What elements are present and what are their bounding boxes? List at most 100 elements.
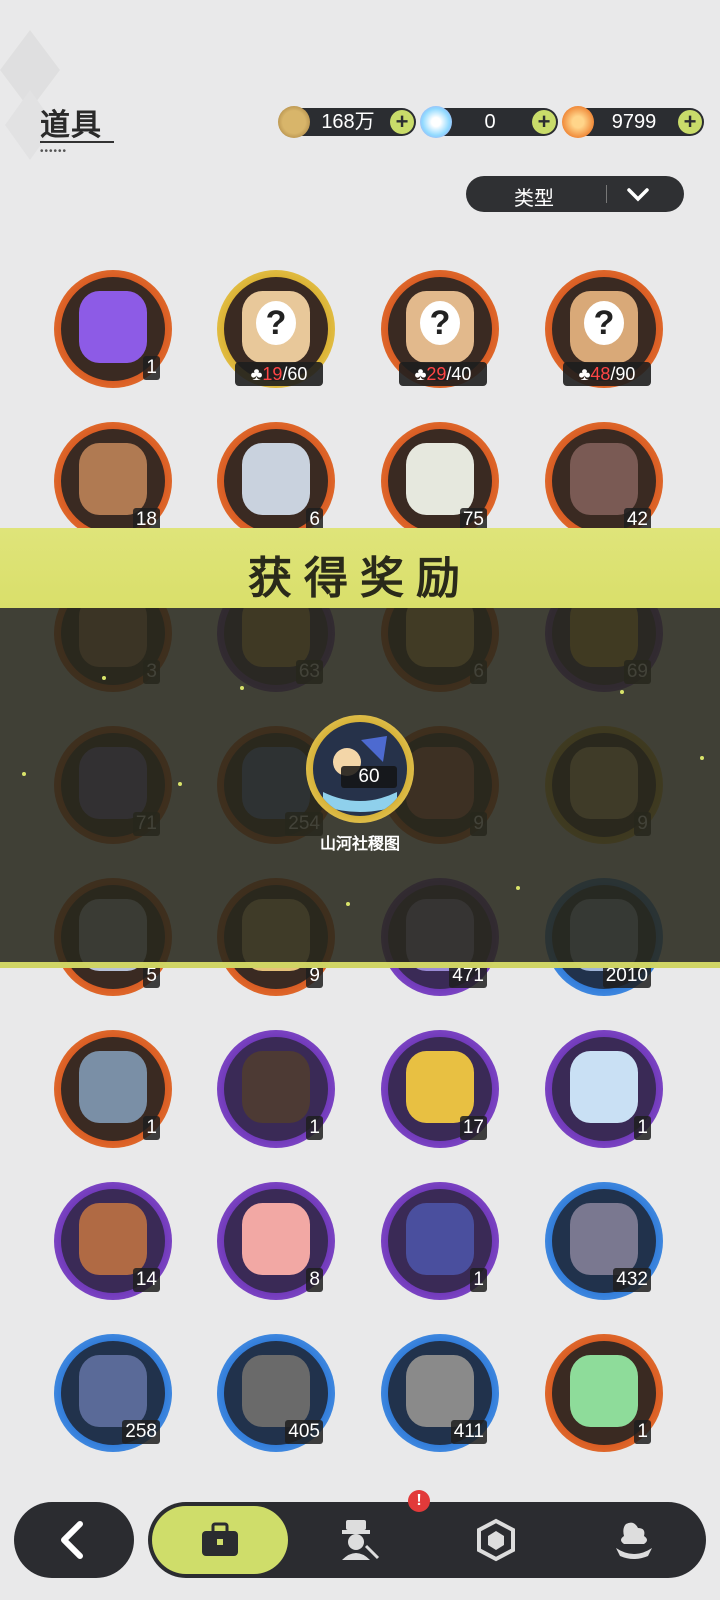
item-count: 1 (143, 356, 160, 380)
green-cloud-icon (570, 1355, 638, 1427)
sparkle (240, 686, 244, 690)
inventory-item[interactable]: 1 (545, 1030, 663, 1148)
refresh-card-icon (79, 1051, 147, 1123)
inventory-item[interactable]: 1 (217, 1030, 335, 1148)
sparkle (346, 902, 350, 906)
inventory-item[interactable]: 8 (217, 1182, 335, 1300)
item-count: 1 (143, 1116, 160, 1140)
type-filter-dropdown[interactable]: 类型 (466, 176, 684, 212)
back-button[interactable] (14, 1502, 134, 1578)
sparkle (22, 772, 26, 776)
star-shard-icon (562, 106, 594, 138)
item-count: 14 (132, 1268, 160, 1292)
inventory-item[interactable]: 14 (54, 1182, 172, 1300)
pink-apple-icon (242, 1203, 310, 1275)
white-creature-icon (406, 443, 474, 515)
inventory-item[interactable]: ? ♣48/90 (545, 270, 663, 388)
tab-character[interactable] (290, 1506, 426, 1574)
quill-book-icon (406, 1203, 474, 1275)
crystal-icon (420, 106, 452, 138)
item-count: 258 (122, 1420, 160, 1444)
question-mark-icon: ? (584, 301, 624, 345)
scroll-icon (79, 1203, 147, 1275)
item-count: 17 (459, 1116, 487, 1140)
add-gold-button[interactable]: + (390, 110, 414, 134)
back-arrow-icon (61, 1521, 83, 1559)
item-count: 405 (285, 1420, 323, 1444)
tab-bag[interactable] (152, 1506, 288, 1574)
inventory-item[interactable]: 411 (381, 1334, 499, 1452)
inventory-item[interactable]: 432 (545, 1182, 663, 1300)
add-star-shard-button[interactable]: + (678, 110, 702, 134)
filter-label: 类型 (514, 188, 554, 210)
boxing-glove-icon (79, 1355, 147, 1427)
inventory-item[interactable]: ? ♣19/60 (217, 270, 335, 388)
golden-egg-icon (406, 1051, 474, 1123)
inventory-item[interactable]: 405 (217, 1334, 335, 1452)
knight-helmet-icon (242, 443, 310, 515)
inventory-item[interactable]: 42 (545, 422, 663, 540)
question-mark-icon: ? (256, 301, 296, 345)
question-mark-icon: ? (420, 301, 460, 345)
sparkle (102, 676, 106, 680)
item-count: 1 (306, 1116, 323, 1140)
item-count: 1 (634, 1116, 651, 1140)
bag-icon (202, 1522, 238, 1556)
tab-equipment[interactable] (428, 1506, 564, 1574)
inventory-item[interactable]: 18 (54, 422, 172, 540)
inventory-item[interactable]: 17 (381, 1030, 499, 1148)
item-count: 1 (634, 1420, 651, 1444)
tab-bar (148, 1502, 706, 1578)
hexagon-icon (477, 1518, 515, 1562)
inventory-item[interactable]: 6 (217, 422, 335, 540)
puzzle-icon: ♣ (250, 364, 263, 384)
title-dots: •••••• (40, 146, 68, 157)
notification-badge: ! (408, 1490, 430, 1512)
reward-glow-line (0, 962, 720, 968)
gift-box-icon (242, 1051, 310, 1123)
currency-gold: 168万 + (278, 106, 416, 138)
pickaxe-icon (242, 1355, 310, 1427)
inventory-item[interactable]: 1 (54, 1030, 172, 1148)
fragment-progress: ♣29/40 (399, 362, 487, 386)
reward-banner: 获得奖励 (0, 528, 720, 608)
chevron-down-icon (627, 188, 649, 202)
currency-crystal: 0 + (420, 106, 558, 138)
page-title: 道具 (40, 109, 102, 142)
item-count: 411 (450, 1420, 487, 1444)
item-count: 1 (470, 1268, 487, 1292)
title-underline (40, 141, 114, 143)
hammer-icon (406, 1355, 474, 1427)
sparkle (178, 782, 182, 786)
inventory-item[interactable]: 75 (381, 422, 499, 540)
bottom-nav (0, 1484, 720, 1600)
item-count: 8 (306, 1268, 323, 1292)
inventory-item[interactable]: 1 (381, 1182, 499, 1300)
teddy-bear-icon (79, 443, 147, 515)
pudding-icon (616, 1522, 652, 1559)
character-icon (342, 1520, 380, 1560)
tab-food[interactable] (566, 1506, 702, 1574)
currency-star-shard: 9799 + (562, 106, 704, 138)
item-count: 432 (613, 1268, 651, 1292)
inventory-item[interactable]: 1 (545, 1334, 663, 1452)
eyepatch-bear-icon (570, 443, 638, 515)
reward-item-name: 山河社稷图 (319, 836, 400, 853)
puzzle-icon: ♣ (414, 364, 427, 384)
sparkle (620, 690, 624, 694)
inventory-item[interactable]: 258 (54, 1334, 172, 1452)
fragment-progress: ♣19/60 (235, 362, 323, 386)
reward-title: 获得奖励 (248, 554, 472, 603)
puzzle-icon: ♣ (578, 364, 591, 384)
add-crystal-button[interactable]: + (532, 110, 556, 134)
inventory-item[interactable]: 1 (54, 270, 172, 388)
magic-mirror-icon (570, 1051, 638, 1123)
reward-count: 60 (341, 766, 397, 788)
inventory-item[interactable]: ? ♣29/40 (381, 270, 499, 388)
gold-coin-icon (278, 106, 310, 138)
fragment-progress: ♣48/90 (563, 362, 651, 386)
reward-item[interactable]: 60 (306, 715, 414, 823)
sparkle (700, 756, 704, 760)
purple-crystal-compass-icon (79, 291, 147, 363)
shovel-icon (570, 1203, 638, 1275)
